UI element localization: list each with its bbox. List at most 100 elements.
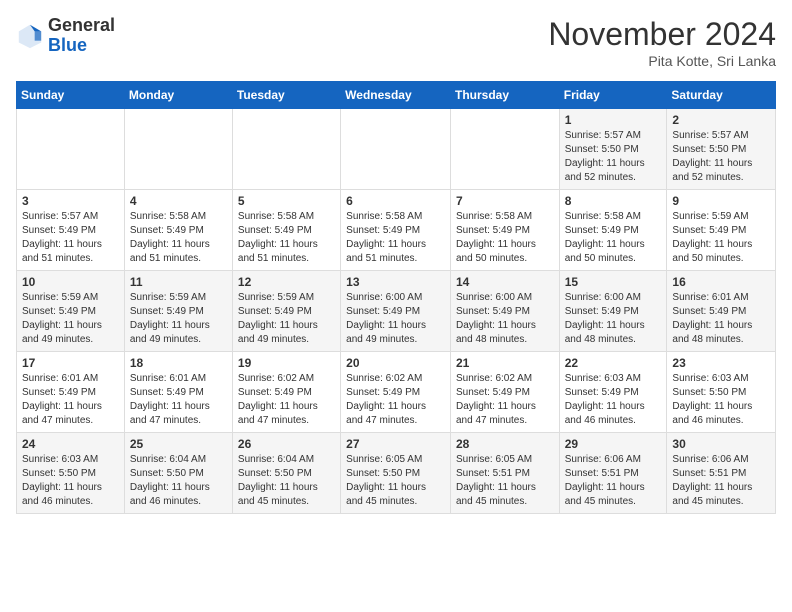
header-day-tuesday: Tuesday xyxy=(232,82,340,109)
day-info: Sunrise: 5:58 AM Sunset: 5:49 PM Dayligh… xyxy=(346,210,445,266)
day-cell: 10Sunrise: 5:59 AM Sunset: 5:49 PM Dayli… xyxy=(17,271,125,352)
day-info: Sunrise: 5:58 AM Sunset: 5:49 PM Dayligh… xyxy=(456,210,554,266)
day-number: 22 xyxy=(565,356,662,370)
day-number: 13 xyxy=(346,275,445,289)
day-number: 6 xyxy=(346,194,445,208)
day-cell: 12 Sunrise: 5:59 AM Sunset: 5:49 PM Dayli… xyxy=(232,271,340,352)
logo: General Blue xyxy=(16,16,115,56)
day-cell: 14 Sunrise: 6:00 AM Sunset: 5:49 PM Dayli… xyxy=(450,271,559,352)
day-info: Sunrise: 5:57 AM Sunset: 5:50 PM Dayligh… xyxy=(565,129,662,185)
day-cell: 18Sunrise: 6:01 AM Sunset: 5:49 PM Dayli… xyxy=(124,352,232,433)
day-cell: 29 Sunrise: 6:06 AM Sunset: 5:51 PM Dayli… xyxy=(559,433,667,514)
logo-blue: Blue xyxy=(48,35,87,55)
day-number: 1 xyxy=(565,113,662,127)
day-cell: 26Sunrise: 6:04 AM Sunset: 5:50 PM Dayli… xyxy=(232,433,340,514)
day-number: 30 xyxy=(672,437,770,451)
day-cell: 15 Sunrise: 6:00 AM Sunset: 5:49 PM Dayli… xyxy=(559,271,667,352)
day-cell xyxy=(17,109,125,190)
day-cell: 3 Sunrise: 5:57 AM Sunset: 5:49 PM Daylig… xyxy=(17,190,125,271)
day-number: 26 xyxy=(238,437,335,451)
header-day-monday: Monday xyxy=(124,82,232,109)
header-day-friday: Friday xyxy=(559,82,667,109)
day-cell: 19 Sunrise: 6:02 AM Sunset: 5:49 PM Dayli… xyxy=(232,352,340,433)
day-number: 16 xyxy=(672,275,770,289)
day-cell: 22Sunrise: 6:03 AM Sunset: 5:49 PM Dayli… xyxy=(559,352,667,433)
day-cell xyxy=(124,109,232,190)
day-info: Sunrise: 5:59 AM Sunset: 5:49 PM Dayligh… xyxy=(672,210,770,266)
header-day-thursday: Thursday xyxy=(450,82,559,109)
page-header: General Blue November 2024 Pita Kotte, S… xyxy=(16,16,776,69)
header-day-sunday: Sunday xyxy=(17,82,125,109)
day-info: Sunrise: 5:58 AM Sunset: 5:49 PM Dayligh… xyxy=(565,210,662,266)
day-cell: 8 Sunrise: 5:58 AM Sunset: 5:49 PM Daylig… xyxy=(559,190,667,271)
week-row-4: 17 Sunrise: 6:01 AM Sunset: 5:49 PM Dayli… xyxy=(17,352,776,433)
day-number: 29 xyxy=(565,437,662,451)
header-day-saturday: Saturday xyxy=(667,82,776,109)
day-info: Sunrise: 5:58 AM Sunset: 5:49 PM Dayligh… xyxy=(130,210,227,266)
day-cell: 27Sunrise: 6:05 AM Sunset: 5:50 PM Dayli… xyxy=(341,433,451,514)
day-number: 2 xyxy=(672,113,770,127)
day-info: Sunrise: 5:57 AM Sunset: 5:49 PM Dayligh… xyxy=(22,210,119,266)
logo-icon xyxy=(16,22,44,50)
day-number: 14 xyxy=(456,275,554,289)
day-info: Sunrise: 6:00 AM Sunset: 5:49 PM Dayligh… xyxy=(565,291,662,347)
week-row-2: 3 Sunrise: 5:57 AM Sunset: 5:49 PM Daylig… xyxy=(17,190,776,271)
logo-text: General Blue xyxy=(48,16,115,56)
day-number: 5 xyxy=(238,194,335,208)
day-info: Sunrise: 5:57 AM Sunset: 5:50 PM Dayligh… xyxy=(672,129,770,185)
day-info: Sunrise: 6:03 AM Sunset: 5:50 PM Dayligh… xyxy=(22,453,119,509)
day-info: Sunrise: 6:02 AM Sunset: 5:49 PM Dayligh… xyxy=(238,372,335,428)
week-row-5: 24 Sunrise: 6:03 AM Sunset: 5:50 PM Dayli… xyxy=(17,433,776,514)
day-cell xyxy=(341,109,451,190)
day-info: Sunrise: 5:59 AM Sunset: 5:49 PM Dayligh… xyxy=(130,291,227,347)
day-cell: 11 Sunrise: 5:59 AM Sunset: 5:49 PM Dayli… xyxy=(124,271,232,352)
day-info: Sunrise: 6:05 AM Sunset: 5:51 PM Dayligh… xyxy=(456,453,554,509)
day-info: Sunrise: 5:59 AM Sunset: 5:49 PM Dayligh… xyxy=(238,291,335,347)
day-number: 12 xyxy=(238,275,335,289)
day-cell: 16 Sunrise: 6:01 AM Sunset: 5:49 PM Dayli… xyxy=(667,271,776,352)
day-number: 24 xyxy=(22,437,119,451)
day-cell: 23 Sunrise: 6:03 AM Sunset: 5:50 PM Dayli… xyxy=(667,352,776,433)
day-info: Sunrise: 6:06 AM Sunset: 5:51 PM Dayligh… xyxy=(672,453,770,509)
day-info: Sunrise: 6:01 AM Sunset: 5:49 PM Dayligh… xyxy=(672,291,770,347)
day-cell: 13 Sunrise: 6:00 AM Sunset: 5:49 PM Dayli… xyxy=(341,271,451,352)
day-number: 3 xyxy=(22,194,119,208)
day-number: 15 xyxy=(565,275,662,289)
day-number: 25 xyxy=(130,437,227,451)
header-row: SundayMondayTuesdayWednesdayThursdayFrid… xyxy=(17,82,776,109)
day-info: Sunrise: 6:04 AM Sunset: 5:50 PM Dayligh… xyxy=(130,453,227,509)
day-info: Sunrise: 5:58 AM Sunset: 5:49 PM Dayligh… xyxy=(238,210,335,266)
location: Pita Kotte, Sri Lanka xyxy=(548,53,776,69)
day-info: Sunrise: 6:02 AM Sunset: 5:49 PM Dayligh… xyxy=(346,372,445,428)
day-info: Sunrise: 6:00 AM Sunset: 5:49 PM Dayligh… xyxy=(346,291,445,347)
day-info: Sunrise: 6:01 AM Sunset: 5:49 PM Dayligh… xyxy=(22,372,119,428)
day-cell xyxy=(450,109,559,190)
day-cell: 25 Sunrise: 6:04 AM Sunset: 5:50 PM Dayli… xyxy=(124,433,232,514)
day-info: Sunrise: 5:59 AM Sunset: 5:49 PM Dayligh… xyxy=(22,291,119,347)
day-number: 11 xyxy=(130,275,227,289)
day-number: 28 xyxy=(456,437,554,451)
day-cell: 2 Sunrise: 5:57 AM Sunset: 5:50 PM Daylig… xyxy=(667,109,776,190)
calendar: SundayMondayTuesdayWednesdayThursdayFrid… xyxy=(16,81,776,514)
header-day-wednesday: Wednesday xyxy=(341,82,451,109)
day-info: Sunrise: 6:02 AM Sunset: 5:49 PM Dayligh… xyxy=(456,372,554,428)
day-cell: 9Sunrise: 5:59 AM Sunset: 5:49 PM Daylig… xyxy=(667,190,776,271)
day-cell xyxy=(232,109,340,190)
day-cell: 20Sunrise: 6:02 AM Sunset: 5:49 PM Dayli… xyxy=(341,352,451,433)
week-row-3: 10Sunrise: 5:59 AM Sunset: 5:49 PM Dayli… xyxy=(17,271,776,352)
day-cell: 24 Sunrise: 6:03 AM Sunset: 5:50 PM Dayli… xyxy=(17,433,125,514)
day-cell: 5 Sunrise: 5:58 AM Sunset: 5:49 PM Daylig… xyxy=(232,190,340,271)
day-number: 19 xyxy=(238,356,335,370)
day-info: Sunrise: 6:03 AM Sunset: 5:50 PM Dayligh… xyxy=(672,372,770,428)
day-number: 17 xyxy=(22,356,119,370)
calendar-body: 1 Sunrise: 5:57 AM Sunset: 5:50 PM Daylig… xyxy=(17,109,776,514)
title-block: November 2024 Pita Kotte, Sri Lanka xyxy=(548,16,776,69)
month-year: November 2024 xyxy=(548,16,776,53)
day-number: 27 xyxy=(346,437,445,451)
day-number: 23 xyxy=(672,356,770,370)
calendar-header: SundayMondayTuesdayWednesdayThursdayFrid… xyxy=(17,82,776,109)
day-number: 8 xyxy=(565,194,662,208)
day-info: Sunrise: 6:06 AM Sunset: 5:51 PM Dayligh… xyxy=(565,453,662,509)
day-info: Sunrise: 6:00 AM Sunset: 5:49 PM Dayligh… xyxy=(456,291,554,347)
day-number: 18 xyxy=(130,356,227,370)
